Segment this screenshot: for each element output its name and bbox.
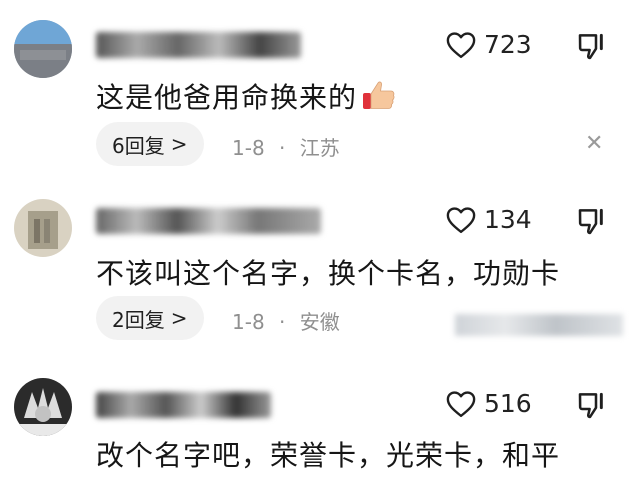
username-redacted xyxy=(96,392,271,418)
comment-item: 516 改个名字吧，荣誉卡，光荣卡，和平 xyxy=(0,0,640,486)
avatar-image xyxy=(14,378,72,436)
thumb-down-icon xyxy=(578,392,603,419)
like-count: 516 xyxy=(484,389,532,418)
avatar[interactable] xyxy=(14,378,72,436)
comment-text: 改个名字吧，荣誉卡，光荣卡，和平 xyxy=(96,439,561,472)
like-button[interactable]: 516 xyxy=(446,389,532,418)
dislike-button[interactable] xyxy=(576,389,608,421)
heart-outline-icon xyxy=(446,390,476,417)
